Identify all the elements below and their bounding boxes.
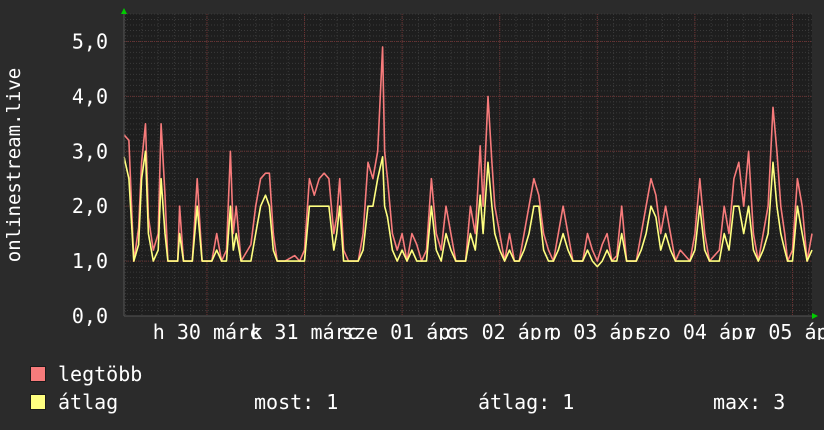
stat-max: max: 3 — [713, 390, 786, 414]
x-tick-label: szo 04 ápr — [635, 320, 755, 340]
x-tick-label: cs 02 ápr — [446, 320, 554, 340]
line-chart: 0,0 1,0 2,0 3,0 4,0 5,0 h 30 márck 31 márcsze… — [3, 8, 824, 340]
y-tick-label: 0,0 — [72, 304, 108, 328]
x-tick-labels: h 30 márck 31 márcsze 01 áprcs 02 áprp 0… — [153, 320, 824, 340]
legend-item-max: legtöbb — [30, 362, 142, 386]
legend-label-avg: átlag — [58, 390, 119, 414]
x-axis-arrow-icon — [812, 313, 818, 319]
legend-swatch-avg — [30, 394, 46, 410]
y-tick-label: 2,0 — [72, 194, 108, 218]
y-axis-arrow-icon — [121, 8, 127, 14]
y-axis-label: onlinestream.live — [3, 68, 25, 262]
plot-area — [124, 14, 812, 316]
stat-now: most: 1 — [254, 390, 339, 414]
x-tick-label: sze 01 ápr — [342, 320, 462, 340]
x-tick-label: p 03 ápr — [549, 320, 645, 340]
x-tick-label: v 05 ápr — [744, 320, 824, 340]
y-tick-label: 4,0 — [72, 84, 108, 108]
x-tick-label: h 30 márc — [153, 320, 261, 340]
y-tick-label: 1,0 — [72, 249, 108, 273]
legend-item-avg: átlag — [30, 390, 118, 414]
y-tick-label: 5,0 — [72, 29, 108, 53]
stat-avg: átlag: 1 — [478, 390, 575, 414]
y-tick-labels: 0,0 1,0 2,0 3,0 4,0 5,0 — [72, 29, 108, 328]
legend-swatch-max — [30, 366, 46, 382]
legend-label-max: legtöbb — [58, 362, 143, 386]
y-tick-label: 3,0 — [72, 139, 108, 163]
